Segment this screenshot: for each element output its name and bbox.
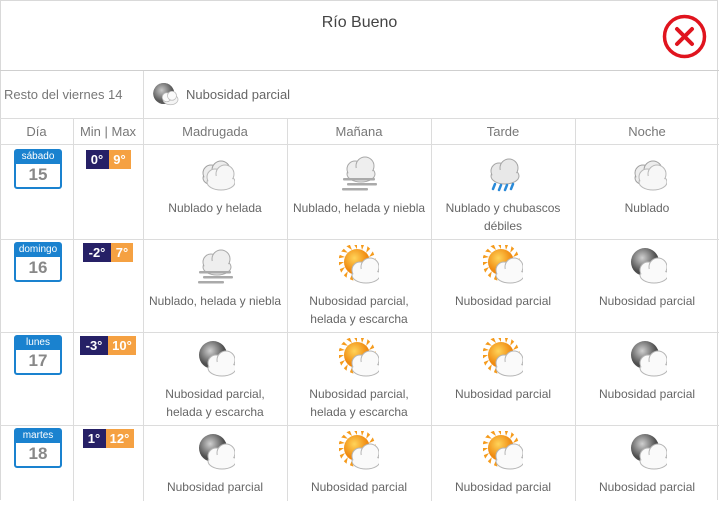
period-condition: Nubosidad parcial xyxy=(454,480,552,494)
calendar-date-badge: domingo 16 xyxy=(14,242,62,282)
max-temperature: 10° xyxy=(108,336,136,355)
period-condition: Nubosidad parcial, helada y escarcha xyxy=(309,387,409,419)
cloudy-frost-icon xyxy=(202,160,235,191)
temperature-range: -2° 7° xyxy=(83,243,133,262)
day-number: 15 xyxy=(28,165,48,184)
partly-cloudy-night-icon xyxy=(199,434,235,470)
table-row: sábado 15 0° 9° Nublado y helada Nublado, h… xyxy=(0,146,719,239)
partly-cloudy-night-icon xyxy=(631,341,667,377)
calendar-date-badge: sábado 15 xyxy=(14,149,62,189)
day-number: 18 xyxy=(28,444,48,463)
partly-cloudy-night-icon xyxy=(199,341,235,377)
table-row: lunes 17 -3° 10° Nubosidad parcial, helada … xyxy=(0,332,719,425)
temperature-range: -3° 10° xyxy=(80,336,136,355)
min-temperature: -2° xyxy=(83,243,111,262)
partly-cloudy-sun-icon xyxy=(483,245,523,284)
period-condition: Nublado, helada y niebla xyxy=(148,294,282,308)
period-condition: Nubosidad parcial xyxy=(598,294,696,308)
partly-cloudy-sun-icon xyxy=(339,431,379,470)
partly-cloudy-night-icon xyxy=(153,83,179,106)
period-condition: Nublado y chubascos débiles xyxy=(445,201,561,233)
day-number: 16 xyxy=(28,258,48,277)
weekday-label: sábado xyxy=(16,151,60,164)
weekday-label: domingo xyxy=(16,244,60,257)
temperature-range: 1° 12° xyxy=(82,429,134,448)
period-condition: Nublado y helada xyxy=(168,201,262,215)
rest-of-day-label: Resto del viernes 14 xyxy=(4,87,123,102)
min-temperature: 0° xyxy=(85,150,109,169)
cloudy-frost-fog-icon xyxy=(198,249,233,284)
period-condition: Nubosidad parcial xyxy=(454,294,552,308)
period-condition: Nubosidad parcial xyxy=(310,480,408,494)
temperature-range: 0° 9° xyxy=(85,150,131,169)
close-button[interactable] xyxy=(662,14,707,59)
partly-cloudy-sun-icon xyxy=(483,338,523,377)
period-condition: Nubosidad parcial xyxy=(454,387,552,401)
period-condition: Nubosidad parcial xyxy=(598,387,696,401)
partly-cloudy-night-icon xyxy=(631,248,667,284)
period-condition: Nubosidad parcial xyxy=(598,480,696,494)
table-header: Día Min | Max Madrugada Mañana Tarde Noc… xyxy=(0,119,719,145)
max-temperature: 7° xyxy=(111,243,133,262)
period-condition: Nubosidad parcial, helada y escarcha xyxy=(165,387,265,419)
divider xyxy=(143,71,144,119)
column-header-tarde: Tarde xyxy=(486,124,520,139)
max-temperature: 9° xyxy=(108,150,131,169)
rest-of-day-condition: Nubosidad parcial xyxy=(186,87,291,102)
column-header-minmax: Min | Max xyxy=(79,124,137,139)
weekday-label: martes xyxy=(16,430,60,443)
partly-cloudy-sun-icon xyxy=(339,338,379,377)
min-temperature: 1° xyxy=(82,429,106,448)
column-header-manana: Mañana xyxy=(335,124,383,139)
cloudy-icon xyxy=(634,160,667,191)
location-title: Río Bueno xyxy=(321,14,398,31)
close-circle-icon[interactable] xyxy=(662,14,707,59)
table-row: martes 18 1° 12° Nubosidad parcial Nubosida… xyxy=(0,425,719,518)
partly-cloudy-sun-icon xyxy=(339,245,379,284)
weekday-label: lunes xyxy=(16,337,60,350)
cloudy-frost-fog-icon xyxy=(342,156,377,191)
column-header-noche: Noche xyxy=(628,124,666,139)
partly-cloudy-sun-icon xyxy=(483,431,523,470)
column-header-madrugada: Madrugada xyxy=(182,124,248,139)
table-row: domingo 16 -2° 7° Nublado, helada y niebla … xyxy=(0,239,719,332)
calendar-date-badge: martes 18 xyxy=(14,428,62,468)
cloudy-showers-icon xyxy=(490,158,520,192)
partly-cloudy-night-icon xyxy=(631,434,667,470)
rest-of-day-row: Resto del viernes 14 Nubosidad parcial xyxy=(0,71,719,119)
period-condition: Nublado, helada y niebla xyxy=(292,201,426,215)
min-temperature: -3° xyxy=(80,336,108,355)
panel-header: Río Bueno xyxy=(0,0,719,71)
day-number: 17 xyxy=(28,351,48,370)
period-condition: Nubosidad parcial, helada y escarcha xyxy=(309,294,409,326)
period-condition: Nublado xyxy=(624,201,670,215)
calendar-date-badge: lunes 17 xyxy=(14,335,62,375)
column-header-day: Día xyxy=(26,124,47,139)
period-condition: Nubosidad parcial xyxy=(166,480,264,494)
max-temperature: 12° xyxy=(105,429,134,448)
